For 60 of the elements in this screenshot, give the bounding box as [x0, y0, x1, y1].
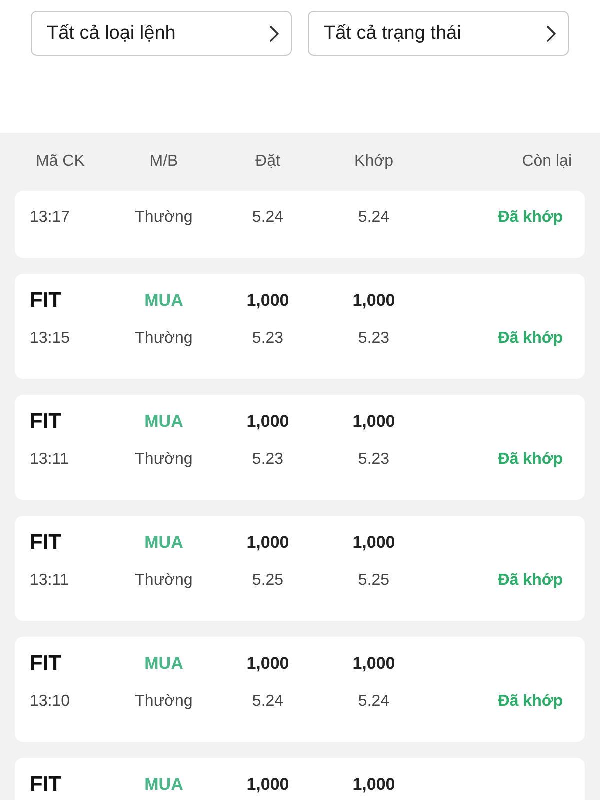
order-quantity: 1,000	[246, 290, 290, 312]
chevron-right-icon	[270, 26, 279, 42]
side-label: MUA	[144, 290, 184, 312]
matched-price: 5.24	[357, 692, 391, 712]
status-label: Đã khớp	[497, 571, 563, 591]
column-header: Đặt	[254, 152, 282, 172]
matched-price: 5.23	[357, 450, 391, 470]
order-card[interactable]: 13:17 Thường 5.24 5.24 Đã khớp	[15, 191, 585, 258]
order-time: 13:17	[30, 208, 72, 228]
order-price: 5.24	[251, 208, 285, 228]
side-label: MUA	[144, 532, 184, 554]
side-label: MUA	[144, 653, 184, 675]
stock-symbol: FIT	[30, 651, 62, 677]
chevron-right-icon	[547, 26, 556, 42]
stock-symbol: FIT	[30, 409, 62, 435]
order-type: Thường	[134, 450, 194, 470]
stock-symbol: FIT	[30, 288, 62, 314]
order-price: 5.24	[251, 692, 285, 712]
order-price: 5.23	[251, 450, 285, 470]
status-label: Đã khớp	[497, 329, 563, 349]
matched-price: 5.25	[357, 571, 391, 591]
side-label: MUA	[144, 411, 184, 433]
order-time: 13:10	[30, 692, 72, 712]
column-header: Khớp	[354, 152, 394, 172]
stock-symbol: FIT	[30, 772, 62, 798]
status-label: Đã khớp	[497, 450, 563, 470]
order-card[interactable]: FIT MUA 1,000 1,000	[15, 758, 585, 800]
order-price: 5.25	[251, 571, 285, 591]
order-time: 13:11	[30, 450, 70, 470]
status-label: Đã khớp	[497, 692, 563, 712]
order-card[interactable]: FIT MUA 1,000 1,000 13:15 Thường 5.23 5.23 Đã khớp	[15, 274, 585, 379]
order-type: Thường	[134, 692, 194, 712]
order-card[interactable]: FIT MUA 1,000 1,000 13:11 Thường 5.25 5.25 Đã khớp	[15, 516, 585, 621]
order-type: Thường	[134, 571, 194, 591]
stock-symbol: FIT	[30, 530, 62, 556]
column-header: Còn lại	[521, 152, 572, 172]
order-quantity: 1,000	[246, 774, 290, 796]
side-label: MUA	[144, 774, 184, 796]
order-card[interactable]: FIT MUA 1,000 1,000 13:11 Thường 5.23 5.23 Đã khớp	[15, 395, 585, 500]
matched-quantity: 1,000	[352, 290, 396, 312]
order-card[interactable]: FIT MUA 1,000 1,000 13:10 Thường 5.24 5.24 Đã khớp	[15, 637, 585, 742]
status-label: Đã khớp	[497, 208, 563, 228]
order-type: Thường	[134, 208, 194, 228]
column-header: Mã CK	[35, 152, 86, 172]
matched-quantity: 1,000	[352, 411, 396, 433]
column-header: M/B	[148, 152, 180, 172]
order-time: 13:15	[30, 329, 72, 349]
matched-price: 5.24	[357, 208, 391, 228]
order-quantity: 1,000	[246, 411, 290, 433]
filter-dropdown[interactable]: Tất cả trạng thái	[308, 11, 569, 56]
order-quantity: 1,000	[246, 532, 290, 554]
order-quantity: 1,000	[246, 653, 290, 675]
matched-price: 5.23	[357, 329, 391, 349]
matched-quantity: 1,000	[352, 532, 396, 554]
order-time: 13:11	[30, 571, 70, 591]
matched-quantity: 1,000	[352, 653, 396, 675]
matched-quantity: 1,000	[352, 774, 396, 796]
order-price: 5.23	[251, 329, 285, 349]
filter-dropdown[interactable]: Tất cả loại lệnh	[31, 11, 292, 56]
order-type: Thường	[134, 329, 194, 349]
